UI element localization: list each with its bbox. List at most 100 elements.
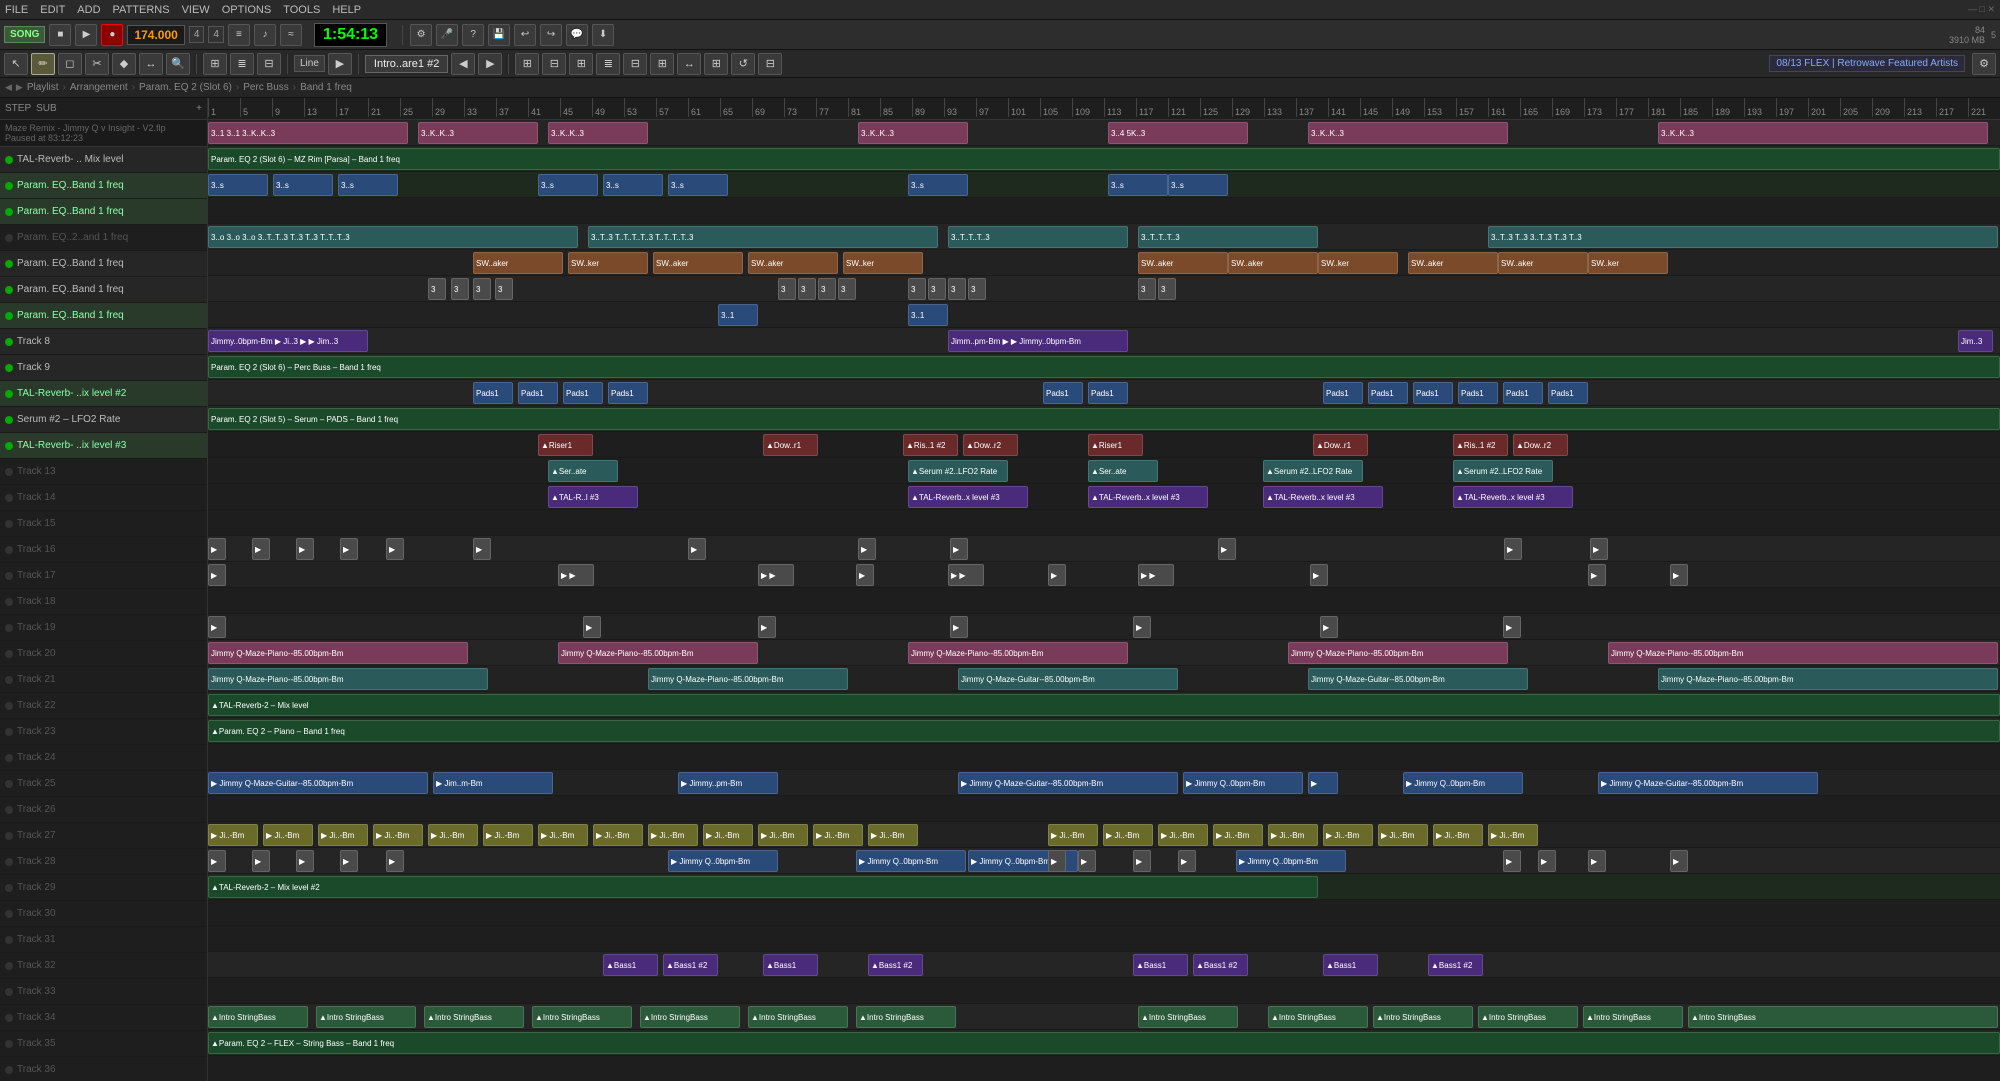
clip-26-5[interactable]: ▶ Jimmy Q..0bpm-Bm (1183, 772, 1303, 794)
clip-7-6[interactable]: 3 (798, 278, 816, 300)
track-row-27[interactable] (208, 796, 2000, 822)
clip-35-1[interactable]: ▲Intro StringBass (208, 1006, 308, 1028)
track-label-7[interactable]: Param. EQ..Band 1 freq (0, 303, 207, 329)
clip-10-1[interactable]: Param. EQ 2 (Slot 6) – Perc Buss – Band … (208, 356, 2000, 378)
menu-add[interactable]: ADD (77, 4, 100, 16)
clip-7-7[interactable]: 3 (818, 278, 836, 300)
clip-30-1[interactable]: ▲TAL-Reverb-2 – Mix level #2 (208, 876, 1318, 898)
track-label-17[interactable]: Track 17 (0, 563, 207, 589)
piano-roll-icon[interactable]: ♪ (254, 24, 276, 46)
line-type-dropdown[interactable]: Line (294, 55, 325, 72)
track-row-29[interactable]: ▶ ▶ ▶ ▶ ▶ ▶ Jimmy Q..0bpm-Bm ▶ Jimmy Q..… (208, 848, 2000, 874)
clip-11-4[interactable]: Pads1 (608, 382, 648, 404)
track-label-32[interactable]: Track 32 (0, 953, 207, 979)
clip-28-15[interactable]: ▶ Ji..-Bm (1103, 824, 1153, 846)
clip-6-2[interactable]: SW..ker (568, 252, 648, 274)
redo-icon[interactable]: ↪ (540, 24, 562, 46)
clip-7-4[interactable]: 3 (495, 278, 513, 300)
clip-28-22[interactable]: ▶ Ji..-Bm (1488, 824, 1538, 846)
clip-13-3[interactable]: ▲Ris..1 #2 (903, 434, 958, 456)
clip-3-8[interactable]: 3..s (1108, 174, 1168, 196)
clip-7-13[interactable]: 3 (1138, 278, 1156, 300)
clip-29-5[interactable]: ▶ (386, 850, 404, 872)
clip-28-10[interactable]: ▶ Ji..-Bm (703, 824, 753, 846)
tool-grid-10[interactable]: ⊟ (758, 53, 782, 75)
track-label-27[interactable]: Track 27 (0, 823, 207, 849)
clip-11-9[interactable]: Pads1 (1413, 382, 1453, 404)
track-label-8[interactable]: Track 8 (0, 329, 207, 355)
clip-21-1[interactable]: Jimmy Q-Maze-Piano--85.00bpm-Bm (208, 642, 468, 664)
clip-28-12[interactable]: ▶ Ji..-Bm (813, 824, 863, 846)
clip-1-6[interactable]: 3..K..K..3 (1308, 122, 1508, 144)
track-row-24[interactable]: ▲Param. EQ 2 – Piano – Band 1 freq (208, 718, 2000, 744)
clip-6-3[interactable]: SW..aker (653, 252, 743, 274)
clip-3-1[interactable]: 3..s (208, 174, 268, 196)
track-label-6[interactable]: Param. EQ..Band 1 freq (0, 277, 207, 303)
clip-28-17[interactable]: ▶ Ji..-Bm (1213, 824, 1263, 846)
clip-33-8[interactable]: ▲Bass1 #2 (1428, 954, 1483, 976)
clip-22-4[interactable]: Jimmy Q-Maze-Guitar--85.00bpm-Bm (1308, 668, 1528, 690)
clip-29-10[interactable]: ▶ (1078, 850, 1096, 872)
clip-35-12[interactable]: ▲Intro StringBass (1583, 1006, 1683, 1028)
track-label-19[interactable]: Track 19 (0, 615, 207, 641)
clip-7-8[interactable]: 3 (838, 278, 856, 300)
menu-patterns[interactable]: PATTERNS (113, 4, 170, 16)
clip-21-3[interactable]: Jimmy Q-Maze-Piano--85.00bpm-Bm (908, 642, 1128, 664)
clip-28-6[interactable]: ▶ Ji..-Bm (483, 824, 533, 846)
track-row-9[interactable]: Jimmy..0bpm-Bm ▶ Ji..3 ▶ ▶ Jim..3 Jimm..… (208, 328, 2000, 354)
track-label-1[interactable]: TAL-Reverb- .. Mix level (0, 147, 207, 173)
track-row-37[interactable] (208, 1056, 2000, 1081)
record-button[interactable]: ● (101, 24, 123, 46)
clip-6-5[interactable]: SW..ker (843, 252, 923, 274)
clip-5-3[interactable]: 3..T..T..T..3 (948, 226, 1128, 248)
clip-26-4[interactable]: ▶ Jimmy Q-Maze-Guitar--85.00bpm-Bm (958, 772, 1178, 794)
clip-7-11[interactable]: 3 (948, 278, 966, 300)
view-btn-1[interactable]: ⊞ (203, 53, 227, 75)
clip-11-10[interactable]: Pads1 (1458, 382, 1498, 404)
clip-15-5[interactable]: ▲TAL-Reverb..x level #3 (1453, 486, 1573, 508)
clip-29-17[interactable]: ▶ (1670, 850, 1688, 872)
clip-14-3[interactable]: ▲Ser..ate (1088, 460, 1158, 482)
clip-28-11[interactable]: ▶ Ji..-Bm (758, 824, 808, 846)
clip-36-1[interactable]: ▲Param. EQ 2 – FLEX – String Bass – Band… (208, 1032, 2000, 1054)
clip-7-10[interactable]: 3 (928, 278, 946, 300)
pattern-prev-button[interactable]: ◀ (451, 53, 475, 75)
clip-1-5[interactable]: 3..4 5K..3 (1108, 122, 1248, 144)
clip-20-2[interactable]: ▶ (583, 616, 601, 638)
clip-5-2[interactable]: 3..T..3 T..T..T..T..3 T..T..T..T..3 (588, 226, 938, 248)
track-row-35[interactable]: ▲Intro StringBass ▲Intro StringBass ▲Int… (208, 1004, 2000, 1030)
left-arrow-icon[interactable]: ◀ (5, 82, 12, 93)
clip-35-2[interactable]: ▲Intro StringBass (316, 1006, 416, 1028)
track-row-1[interactable]: 3..1 3..1 3..K..K..3 3..K..K..3 3..K..K.… (208, 120, 2000, 146)
clip-28-19[interactable]: ▶ Ji..-Bm (1323, 824, 1373, 846)
clip-8-2[interactable]: 3..1 (908, 304, 948, 326)
clip-29-12[interactable]: ▶ (1178, 850, 1196, 872)
clip-1-4[interactable]: 3..K..K..3 (858, 122, 968, 144)
clip-33-5[interactable]: ▲Bass1 (1133, 954, 1188, 976)
download-icon[interactable]: ⬇ (592, 24, 614, 46)
zoom-tool-button[interactable]: 🔍 (166, 53, 190, 75)
clip-35-4[interactable]: ▲Intro StringBass (532, 1006, 632, 1028)
mixer-settings-icon[interactable]: ⚙ (1972, 53, 1996, 75)
clip-22-3[interactable]: Jimmy Q-Maze-Guitar--85.00bpm-Bm (958, 668, 1178, 690)
clip-13-4[interactable]: ▲Dow..r2 (963, 434, 1018, 456)
clip-18-6[interactable]: ▶ (1048, 564, 1066, 586)
clip-18-2[interactable]: ▶ ▶ (558, 564, 594, 586)
clip-29-16[interactable]: ▶ (1588, 850, 1606, 872)
clip-18-1[interactable]: ▶ (208, 564, 226, 586)
bpm-display[interactable]: 174.000 (127, 25, 184, 45)
clip-17-6[interactable]: ▶ (473, 538, 491, 560)
track-row-25[interactable] (208, 744, 2000, 770)
clip-17-12[interactable]: ▶ (1590, 538, 1608, 560)
mute-tool-button[interactable]: ◆ (112, 53, 136, 75)
clip-5-1[interactable]: 3..o 3..o 3..o 3..T..T..3 T..3 T..3 T..T… (208, 226, 578, 248)
clip-6-9[interactable]: SW..aker (1408, 252, 1498, 274)
clip-11-8[interactable]: Pads1 (1368, 382, 1408, 404)
track-row-36[interactable]: ▲Param. EQ 2 – FLEX – String Bass – Band… (208, 1030, 2000, 1056)
clip-13-1[interactable]: ▲Riser1 (538, 434, 593, 456)
clip-29-4[interactable]: ▶ (340, 850, 358, 872)
clip-7-5[interactable]: 3 (778, 278, 796, 300)
clip-17-5[interactable]: ▶ (386, 538, 404, 560)
clip-28-9[interactable]: ▶ Ji..-Bm (648, 824, 698, 846)
clip-29-2[interactable]: ▶ (252, 850, 270, 872)
